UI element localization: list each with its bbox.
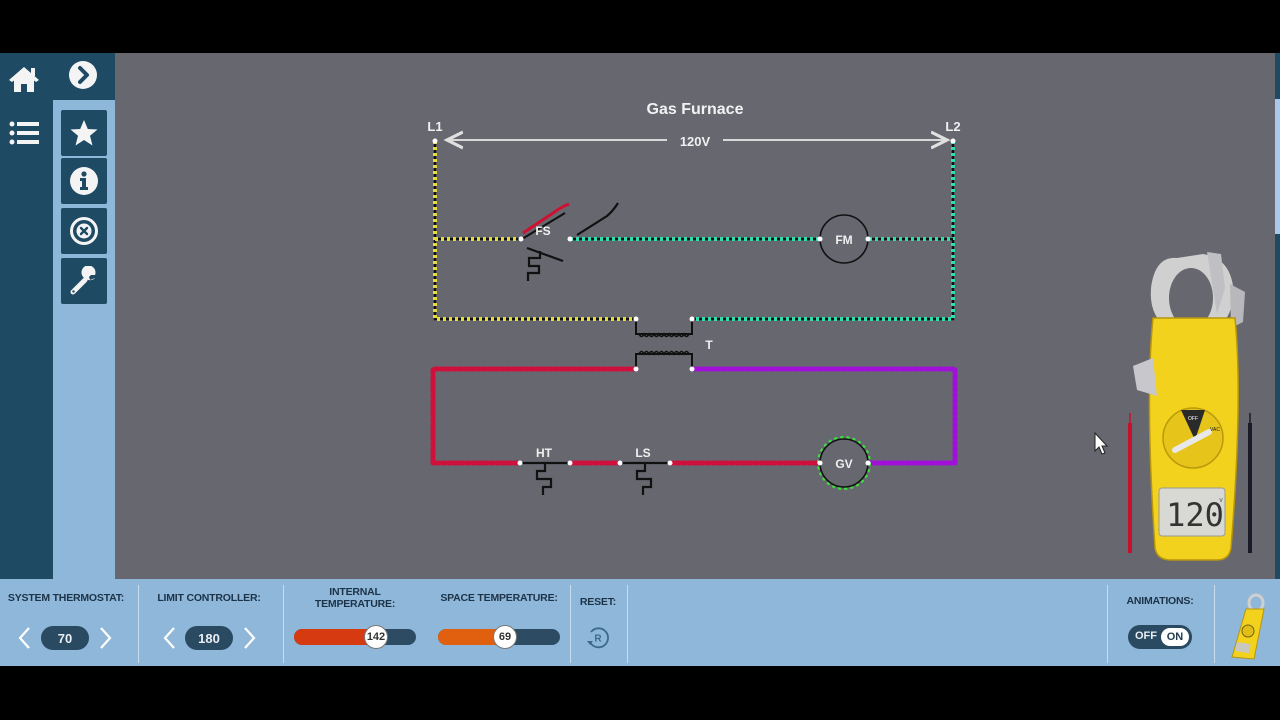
transformer[interactable]: T [633, 316, 714, 372]
l2-wire [570, 141, 955, 321]
tool-panel [53, 100, 115, 579]
tools-button[interactable] [61, 258, 107, 304]
animations-label: ANIMATIONS: [1126, 595, 1194, 607]
limit-switch[interactable]: LS [617, 446, 673, 495]
fan-switch[interactable]: FS [518, 202, 619, 281]
thermostat-increase-button[interactable] [96, 625, 114, 651]
space-temperature-slider[interactable]: 69 [438, 625, 560, 649]
tool-nav [53, 53, 115, 579]
favorite-button[interactable] [61, 110, 107, 156]
limit-value: 180 [185, 626, 233, 650]
svg-text:R: R [594, 634, 602, 645]
system-thermostat-label: SYSTEM THERMOSTAT: [7, 592, 125, 604]
chevron-right-circle-icon [69, 61, 97, 89]
close-circle-icon [70, 217, 98, 245]
secondary-wire-common [689, 366, 958, 466]
wrench-icon [70, 266, 96, 295]
close-button[interactable] [61, 208, 107, 254]
animations-toggle[interactable]: OFF ON [1128, 625, 1192, 649]
voltage-label: 120V [680, 134, 711, 149]
gas-valve-label: GV [835, 457, 852, 471]
space-temperature-control: SPACE TEMPERATURE: 69 [432, 579, 566, 666]
limit-decrease-button[interactable] [161, 625, 179, 651]
reset-label: RESET: [579, 596, 617, 608]
reset-control: RESET: R [572, 579, 624, 666]
animations-off[interactable]: OFF [1135, 630, 1157, 642]
thermostat-decrease-button[interactable] [16, 625, 34, 651]
mouse-cursor [1094, 431, 1109, 455]
heat-thermostat-label: HT [536, 446, 553, 460]
scrollbar[interactable] [1275, 53, 1280, 579]
divider [1214, 585, 1215, 663]
clamp-meter[interactable]: OFF VAC 120 V [1128, 252, 1252, 561]
circuit-schematic: 120V L1 L2 FS FM T HT LS GV OFF VAC 120 … [427, 119, 1252, 561]
reset-icon[interactable]: R [585, 624, 611, 650]
control-bar: SYSTEM THERMOSTAT: 70 LIMIT CONTROLLER: … [0, 579, 1280, 666]
secondary-wire-hot [430, 366, 823, 466]
internal-temperature-label-2: TEMPERATURE: [314, 598, 396, 610]
fan-motor-label: FM [835, 233, 852, 247]
animations-control: ANIMATIONS: OFF ON [1110, 579, 1210, 666]
meter-dial-off: OFF [1188, 416, 1198, 422]
divider [627, 585, 628, 663]
home-icon [9, 67, 39, 92]
info-button[interactable] [61, 158, 107, 204]
list-icon [9, 121, 39, 145]
main-nav [0, 53, 53, 579]
transformer-label: T [705, 338, 713, 352]
wiring-diagram: Gas Furnace 120V L1 L2 FS FM T HT LS GV … [115, 53, 1275, 579]
home-button[interactable] [6, 63, 42, 95]
fan-switch-label: FS [535, 224, 550, 238]
divider [283, 585, 284, 663]
info-icon [70, 167, 98, 195]
heat-thermostat[interactable]: HT [517, 446, 573, 495]
fan-motor[interactable]: FM [817, 214, 871, 264]
internal-temperature-label-1: INTERNAL [329, 586, 381, 598]
clamp-meter-icon[interactable] [1224, 593, 1270, 663]
divider [1107, 585, 1108, 663]
meter-reading: 120 [1166, 496, 1224, 534]
internal-temperature-slider[interactable]: 142 [294, 625, 416, 649]
limit-controller-label: LIMIT CONTROLLER: [157, 592, 261, 604]
meter-dial-vac: VAC [1210, 427, 1220, 433]
gas-valve[interactable]: GV [817, 436, 871, 490]
star-icon [70, 120, 98, 146]
limit-increase-button[interactable] [240, 625, 258, 651]
divider [570, 585, 571, 663]
divider [138, 585, 139, 663]
internal-temperature-knob[interactable]: 142 [364, 625, 388, 649]
menu-list-button[interactable] [6, 117, 42, 149]
limit-controller-control: LIMIT CONTROLLER: 180 [140, 579, 278, 666]
l2-label: L2 [945, 119, 960, 134]
space-temperature-knob[interactable]: 69 [493, 625, 517, 649]
system-thermostat-control: SYSTEM THERMOSTAT: 70 [0, 579, 132, 666]
scrollbar-thumb[interactable] [1275, 99, 1280, 234]
l1-label: L1 [427, 119, 442, 134]
internal-temperature-control: INTERNAL TEMPERATURE: 142 [290, 579, 420, 666]
app-window: Gas Furnace 120V L1 L2 FS FM T HT LS GV … [0, 53, 1280, 666]
thermostat-value: 70 [41, 626, 89, 650]
animations-on[interactable]: ON [1161, 628, 1189, 646]
space-temperature-label: SPACE TEMPERATURE: [440, 592, 558, 604]
limit-switch-label: LS [635, 446, 650, 460]
next-button[interactable] [67, 59, 99, 91]
